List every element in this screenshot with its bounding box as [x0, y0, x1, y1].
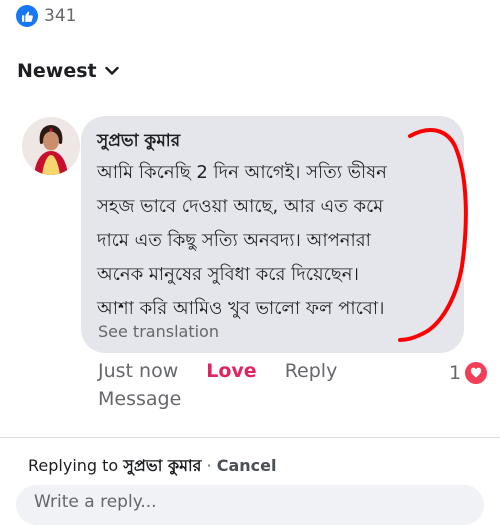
like-icon — [16, 5, 38, 27]
see-translation-link[interactable]: See translation — [98, 322, 219, 341]
comment-line: সহজ ভাবে দেওয়া আছে, আর এত কমে — [97, 196, 384, 217]
comment-line: অনেক মানুষের সুবিধা করে দিয়েছেন। — [97, 264, 359, 285]
avatar[interactable] — [22, 117, 80, 175]
reply-composer[interactable] — [16, 485, 484, 525]
reply-button[interactable]: Reply — [285, 360, 338, 382]
likes-count: 341 — [44, 6, 77, 26]
comment-reactions[interactable]: 1 — [449, 360, 490, 386]
replying-name: সুপ্রভা কুমার — [123, 456, 202, 475]
sort-dropdown[interactable]: Newest — [17, 60, 119, 82]
replying-prefix: Replying to — [28, 456, 124, 475]
separator: · — [201, 456, 217, 475]
reaction-count: 1 — [449, 362, 462, 384]
divider — [0, 437, 500, 438]
sort-label: Newest — [17, 60, 97, 82]
avatar-photo-icon — [22, 117, 80, 175]
comment-actions: Just now Love Reply — [98, 360, 337, 382]
love-icon — [463, 360, 490, 386]
reply-input[interactable] — [32, 491, 456, 513]
comment-line: আশা করি আমিও খুব ভালো ফল পাবো। — [97, 298, 385, 319]
replying-bar: Replying to সুপ্রভা কুমার · Cancel — [28, 453, 276, 480]
comment-line: দামে এত কিছু সত্যি অনবদ্য। আপনারা — [97, 230, 371, 251]
comment-text: আমি কিনেছি 2 দিন আগেই। সত্যি ভীষন সহজ ভা… — [97, 156, 459, 326]
message-button[interactable]: Message — [98, 388, 181, 410]
comment-line: আমি কিনেছি 2 দিন আগেই। সত্যি ভীষন — [97, 162, 387, 183]
chevron-down-icon — [104, 66, 119, 75]
comment-timestamp: Just now — [98, 360, 179, 382]
comment-bubble: সুপ্রভা কুমার আমি কিনেছি 2 দিন আগেই। সত্… — [81, 116, 464, 353]
love-button[interactable]: Love — [206, 360, 256, 382]
comment-author[interactable]: সুপ্রভা কুমার — [97, 128, 180, 156]
cancel-button[interactable]: Cancel — [217, 456, 277, 475]
reactions-summary[interactable]: 341 — [16, 5, 76, 27]
